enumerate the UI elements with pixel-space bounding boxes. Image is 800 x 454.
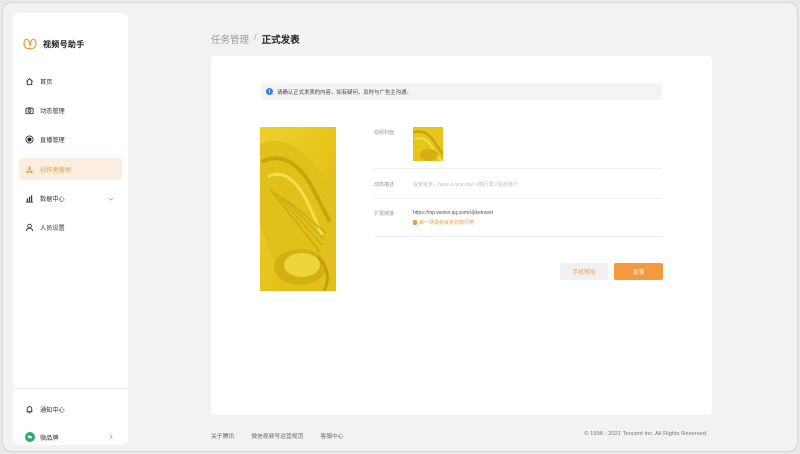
sidebar-item-label: 微品牌 bbox=[40, 434, 59, 442]
sidebar-item-live[interactable]: 直播管理 bbox=[19, 129, 122, 151]
sidebar: 视频号助手 首页 动态管理 直播管理 创作者营地 数据中心 人员设置 通知中心 … bbox=[13, 13, 128, 445]
sidebar-item-label: 通知中心 bbox=[40, 406, 65, 414]
breadcrumb: 任务管理 / 正式发表 bbox=[211, 32, 300, 46]
camera-icon bbox=[25, 106, 34, 115]
sidebar-item-home[interactable]: 首页 bbox=[19, 70, 122, 92]
extension-link-title[interactable]: 来一场说走就走的旅行吧 bbox=[413, 219, 474, 226]
notice-banner: i 请确认正式发表的内容，如有疑问，及时与广告主沟通。 bbox=[261, 83, 662, 100]
description-value: 说走就走，have a nice day! #旅行季 #说走旅行 bbox=[413, 182, 518, 188]
footer-links: 关于腾讯 微信视频号运营规范 客服中心 bbox=[211, 431, 361, 440]
campfire-icon bbox=[25, 165, 34, 174]
row-divider bbox=[374, 168, 662, 169]
footer-link-support[interactable]: 客服中心 bbox=[320, 431, 343, 440]
sidebar-item-members[interactable]: 人员设置 bbox=[19, 217, 122, 239]
notice-text: 请确认正式发表的内容，如有疑问，及时与广告主沟通。 bbox=[277, 89, 412, 96]
home-icon bbox=[25, 77, 34, 86]
butterfly-logo-icon bbox=[23, 38, 37, 50]
brand-badge-icon bbox=[25, 432, 35, 442]
link-label: 扩展链接 bbox=[374, 211, 395, 217]
info-icon: i bbox=[266, 88, 273, 95]
footer-link-rules[interactable]: 微信视频号运营规范 bbox=[251, 431, 303, 440]
page-title: 正式发表 bbox=[261, 35, 300, 46]
breadcrumb-parent[interactable]: 任务管理 bbox=[211, 32, 249, 46]
description-label: 动态描述 bbox=[374, 182, 395, 188]
sidebar-item-label: 首页 bbox=[40, 78, 53, 86]
sidebar-item-label: 动态管理 bbox=[40, 107, 65, 115]
video-preview[interactable] bbox=[260, 127, 336, 291]
breadcrumb-separator: / bbox=[254, 32, 257, 43]
row-divider bbox=[374, 236, 662, 237]
extension-link-url[interactable]: https://mp.weixin.qq.com/s/jiketravel bbox=[413, 210, 493, 216]
footer-link-about[interactable]: 关于腾讯 bbox=[211, 431, 234, 440]
publish-button[interactable]: 发表 bbox=[614, 263, 663, 280]
sidebar-item-posts[interactable]: 动态管理 bbox=[19, 99, 122, 121]
bar-chart-icon bbox=[25, 194, 34, 203]
sidebar-item-notifications[interactable]: 通知中心 bbox=[19, 398, 122, 420]
cover-image bbox=[413, 127, 443, 161]
app-window: 视频号助手 首页 动态管理 直播管理 创作者营地 数据中心 人员设置 通知中心 … bbox=[2, 2, 798, 452]
brand[interactable]: 视频号助手 bbox=[23, 37, 85, 51]
sidebar-item-creator-camp[interactable]: 创作者营地 bbox=[19, 158, 122, 181]
sidebar-divider bbox=[13, 388, 128, 389]
cover-label: 视频封面 bbox=[374, 130, 395, 136]
user-icon bbox=[25, 223, 34, 232]
sidebar-item-label: 数据中心 bbox=[40, 196, 65, 204]
publish-card: i 请确认正式发表的内容，如有疑问，及时与广告主沟通。 视频封面 动态描述 说走… bbox=[211, 56, 712, 415]
chevron-down-icon[interactable] bbox=[108, 196, 114, 202]
cover-thumbnail[interactable] bbox=[413, 127, 443, 161]
live-record-icon bbox=[25, 135, 34, 144]
sidebar-nav: 首页 动态管理 直播管理 创作者营地 数据中心 人员设置 bbox=[19, 70, 122, 246]
mobile-preview-button[interactable]: 手机预览 bbox=[560, 263, 608, 280]
extension-link-text: 来一场说走就走的旅行吧 bbox=[419, 220, 475, 226]
chevron-right-icon[interactable] bbox=[108, 434, 114, 440]
link-badge-icon bbox=[413, 220, 417, 225]
sidebar-item-brand[interactable]: 微品牌 bbox=[19, 426, 122, 448]
row-divider bbox=[374, 198, 662, 199]
app-name: 视频号助手 bbox=[43, 39, 85, 49]
sidebar-item-label: 直播管理 bbox=[40, 137, 65, 145]
sidebar-item-label: 创作者营地 bbox=[40, 166, 71, 174]
suitcase-image bbox=[260, 127, 336, 291]
copyright: © 1998 - 2021 Tencent Inc. All Rights Re… bbox=[584, 431, 706, 437]
sidebar-item-data-center[interactable]: 数据中心 bbox=[19, 188, 122, 210]
sidebar-bottom: 通知中心 微品牌 bbox=[19, 398, 122, 451]
bell-icon bbox=[25, 405, 34, 414]
sidebar-item-label: 人员设置 bbox=[40, 225, 65, 233]
